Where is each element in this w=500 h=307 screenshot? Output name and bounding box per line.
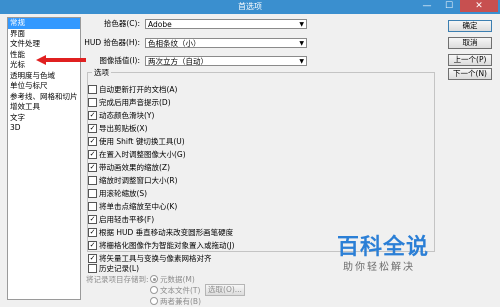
window-controls: — ☐ ✕ [416, 0, 498, 13]
checkbox[interactable] [88, 263, 97, 273]
sidebar-item-3d[interactable]: 3D [8, 123, 80, 134]
history-log-toggle[interactable]: 历史记录(L) [88, 263, 139, 274]
sidebar-item-guides[interactable]: 参考线、网格和切片 [8, 92, 80, 103]
option-zoom-resizes-windows[interactable]: 缩放时调整窗口大小(R) [88, 175, 178, 186]
option-place-as-smart-object[interactable]: ✓ 将栅格化图像作为智能对象置入或拖动(J) [88, 240, 235, 251]
watermark: 百科全说 助你轻松解决 [337, 229, 465, 273]
radio-both[interactable]: 两者兼有(B) [150, 297, 201, 307]
checkbox[interactable]: ✓ [88, 149, 97, 159]
chevron-down-icon: ▼ [299, 21, 304, 28]
radio-button[interactable] [150, 286, 158, 294]
color-picker-select[interactable]: Adobe ▼ [145, 19, 307, 29]
annotation-arrow [36, 55, 86, 65]
option-auto-update[interactable]: 自动更新打开的文档(A) [88, 84, 177, 95]
color-picker-label: 拾色器(C): [103, 19, 140, 28]
checkbox[interactable] [88, 175, 97, 185]
maximize-button[interactable]: ☐ [438, 0, 460, 12]
option-resize-on-place[interactable]: ✓ 在置入时调整图像大小(G) [88, 149, 186, 160]
sidebar-item-transparency[interactable]: 透明度与色域 [8, 71, 80, 82]
option-shift-tool-switch[interactable]: ✓ 使用 Shift 键切换工具(U) [88, 136, 185, 147]
save-log-to-label: 将记录项目存储到: [86, 275, 149, 284]
checkbox[interactable] [88, 201, 97, 211]
watermark-subtitle: 助你轻松解决 [343, 262, 415, 273]
checkbox[interactable]: ✓ [88, 136, 97, 146]
radio-button[interactable] [150, 297, 158, 305]
radio-text-file[interactable]: 文本文件(T) [150, 286, 200, 296]
cancel-button[interactable]: 取消 [448, 37, 492, 49]
option-export-clipboard[interactable]: ✓ 导出剪贴板(X) [88, 123, 148, 134]
hud-picker-label: HUD 拾色器(H): [84, 38, 140, 47]
minimize-button[interactable]: — [416, 0, 438, 12]
option-flick-panning[interactable]: ✓ 启用轻击平移(F) [88, 214, 154, 225]
option-dynamic-color-sliders[interactable]: ✓ 动态颜色滑块(Y) [88, 110, 154, 121]
checkbox[interactable]: ✓ [88, 253, 97, 263]
option-hud-brush-hardness[interactable]: ✓ 根据 HUD 垂直移动来改变圆形画笔硬度 [88, 227, 233, 238]
next-button[interactable]: 下一个(N) [448, 68, 492, 80]
radio-metadata[interactable]: 元数据(M) [150, 275, 195, 285]
option-beep-when-done[interactable]: 完成后用声音提示(D) [88, 97, 171, 108]
chevron-down-icon: ▼ [299, 40, 304, 47]
option-snap-vector-to-pixel-grid[interactable]: ✓ 将矢量工具与变换与像素网格对齐 [88, 253, 212, 264]
checkbox[interactable]: ✓ [88, 110, 97, 120]
checkbox[interactable] [88, 97, 97, 107]
checkbox[interactable]: ✓ [88, 162, 97, 172]
window-titlebar[interactable]: 首选项 — ☐ ✕ [0, 0, 500, 14]
sidebar-item-general[interactable]: 常规 [8, 18, 80, 29]
checkbox[interactable] [88, 188, 97, 198]
radio-button[interactable] [150, 275, 158, 283]
interpolation-select[interactable]: 两次立方（自动） ▼ [145, 56, 307, 66]
checkbox[interactable]: ✓ [88, 214, 97, 224]
checkbox[interactable]: ✓ [88, 123, 97, 133]
sidebar-item-file-handling[interactable]: 文件处理 [8, 39, 80, 50]
previous-button[interactable]: 上一个(P) [448, 54, 492, 66]
sidebar-item-type[interactable]: 文字 [8, 113, 80, 124]
checkbox[interactable]: ✓ [88, 227, 97, 237]
sidebar-item-interface[interactable]: 界面 [8, 29, 80, 40]
close-button[interactable]: ✕ [460, 0, 498, 12]
ok-button[interactable]: 确定 [448, 20, 492, 32]
checkbox[interactable] [88, 84, 97, 94]
sidebar-item-units[interactable]: 单位与标尺 [8, 81, 80, 92]
option-scroll-wheel-zoom[interactable]: 用滚轮缩放(S) [88, 188, 147, 199]
chevron-down-icon: ▼ [299, 58, 304, 65]
options-title: 选项 [92, 67, 111, 78]
sidebar-item-plugins[interactable]: 增效工具 [8, 102, 80, 113]
choose-log-file-button[interactable]: 选取(O)... [205, 284, 245, 296]
checkbox[interactable]: ✓ [88, 240, 97, 250]
option-animated-zoom[interactable]: ✓ 带动画效果的缩放(Z) [88, 162, 170, 173]
interpolation-label: 图像插值(I): [99, 56, 140, 65]
watermark-title: 百科全说 [337, 235, 430, 260]
option-zoom-to-center[interactable]: 将单击点缩放至中心(K) [88, 201, 177, 212]
window-title: 首选项 [238, 2, 262, 11]
hud-picker-select[interactable]: 色相条纹（小） ▼ [145, 38, 307, 48]
